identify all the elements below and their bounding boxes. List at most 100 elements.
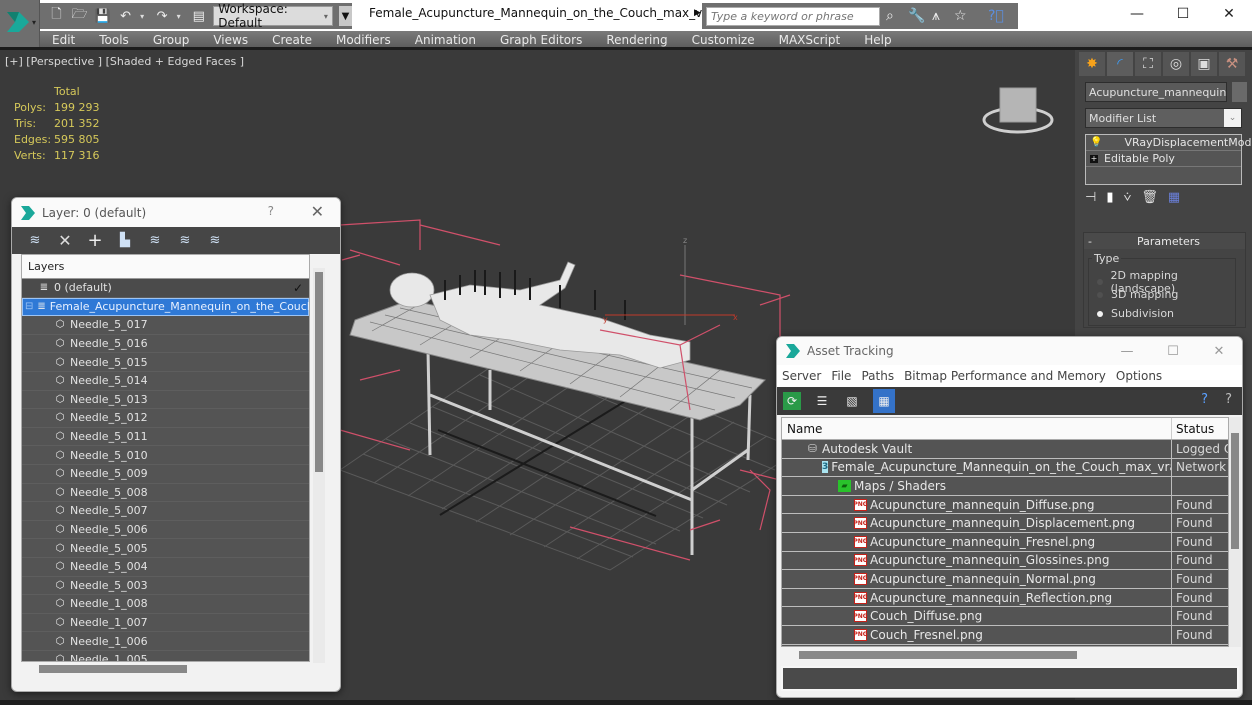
menu-create[interactable]: Create bbox=[260, 33, 324, 47]
layer-object-row[interactable]: ⬡ Needle_5_012 bbox=[22, 409, 309, 428]
radio-button[interactable] bbox=[1097, 291, 1103, 298]
undo-icon[interactable]: ↶ bbox=[117, 7, 134, 25]
menu-animation[interactable]: Animation bbox=[403, 33, 488, 47]
asset-row[interactable]: PNG Acupuncture_mannequin_Displacement.pn… bbox=[782, 514, 1228, 533]
pin-stack-icon[interactable]: ⊣ bbox=[1085, 190, 1096, 205]
search-input[interactable] bbox=[706, 7, 880, 26]
horizontal-scrollbar[interactable] bbox=[39, 665, 187, 673]
radio-button[interactable] bbox=[1097, 279, 1103, 285]
redo-icon[interactable]: ↷ bbox=[154, 7, 171, 25]
object-name-field[interactable]: Acupuncture_mannequin bbox=[1085, 82, 1227, 102]
select-layer-icon[interactable]: ≋ bbox=[146, 232, 164, 250]
menu-options[interactable]: Options bbox=[1116, 369, 1162, 383]
thumbnail-view-icon[interactable]: ▧ bbox=[843, 392, 861, 410]
workspace-select[interactable]: Workspace: Default ▾ bbox=[213, 2, 333, 30]
layer-object-row[interactable]: ⬡ Needle_5_016 bbox=[22, 335, 309, 354]
column-header-status[interactable]: Status bbox=[1172, 418, 1228, 439]
object-color-swatch[interactable] bbox=[1232, 82, 1247, 102]
show-end-result-icon[interactable]: ▮ bbox=[1106, 190, 1113, 205]
column-header-name[interactable]: Name bbox=[782, 418, 1172, 439]
satellite-icon[interactable]: ⩚ bbox=[932, 8, 940, 24]
parameters-rollout-header[interactable]: - Parameters bbox=[1084, 233, 1245, 249]
set-current-layer-icon[interactable]: ≋ bbox=[176, 232, 194, 250]
remove-modifier-icon[interactable]: 🗑 bbox=[1141, 190, 1158, 205]
key-icon[interactable]: 🔧 bbox=[908, 8, 925, 24]
menu-server[interactable]: Server bbox=[782, 369, 821, 383]
layer-object-row[interactable]: ⬡ Needle_5_005 bbox=[22, 539, 309, 558]
close-icon[interactable]: ✕ bbox=[311, 202, 324, 221]
radio-button[interactable] bbox=[1097, 310, 1103, 317]
layer-object-row[interactable]: ⬡ Needle_5_011 bbox=[22, 428, 309, 447]
add-to-layer-icon[interactable]: + bbox=[86, 230, 104, 251]
menu-edit[interactable]: Edit bbox=[40, 33, 87, 47]
viewcube[interactable] bbox=[982, 87, 1054, 134]
layer-object-row[interactable]: ⬡ Needle_5_017 bbox=[22, 316, 309, 335]
app-menu-button[interactable]: ▾ bbox=[0, 0, 40, 47]
lightbulb-icon[interactable]: 💡 bbox=[1090, 137, 1102, 148]
stack-item-vraydisplacement[interactable]: 💡 VRayDisplacementMod bbox=[1086, 135, 1251, 151]
viewport-label[interactable]: [+] [Perspective ] [Shaded + Edged Faces… bbox=[5, 55, 244, 68]
layer-object-row[interactable]: ⬡ Needle_5_007 bbox=[22, 502, 309, 521]
modifier-list-dropdown[interactable]: Modifier List ⌄ bbox=[1085, 108, 1242, 128]
asset-row[interactable]: ▰ Maps / Shaders bbox=[782, 477, 1228, 496]
stack-item-editable-poly[interactable]: + Editable Poly bbox=[1086, 151, 1241, 167]
radio-subdivision[interactable]: Subdivision bbox=[1097, 307, 1174, 320]
hide-freeze-layer-icon[interactable]: ≋ bbox=[206, 232, 224, 250]
vertical-scrollbar[interactable] bbox=[1231, 433, 1239, 549]
maximize-button[interactable]: ☐ bbox=[1160, 0, 1206, 28]
utilities-tab-icon[interactable]: ⚒ bbox=[1219, 52, 1245, 76]
save-icon[interactable]: 💾 bbox=[94, 7, 111, 25]
select-objects-icon[interactable]: ▙ bbox=[116, 232, 134, 250]
menu-help[interactable]: Help bbox=[852, 33, 903, 47]
layer-object-row[interactable]: ⬡ Needle_5_015 bbox=[22, 353, 309, 372]
layer-object-row[interactable]: ⬡ Needle_1_007 bbox=[22, 614, 309, 633]
list-view-icon[interactable]: ☰ bbox=[813, 392, 831, 410]
context-help-icon[interactable]: ? bbox=[1225, 392, 1232, 407]
close-button[interactable]: ✕ bbox=[1206, 0, 1252, 28]
asset-row[interactable]: 3 Female_Acupuncture_Mannequin_on_the_Cou… bbox=[782, 458, 1228, 478]
layer-object-row[interactable]: ⬡ Needle_5_004 bbox=[22, 558, 309, 577]
current-layer-check-icon[interactable]: ✓ bbox=[293, 281, 303, 295]
layer-object-row[interactable]: ⬡ Needle_5_010 bbox=[22, 446, 309, 465]
menu-maxscript[interactable]: MAXScript bbox=[767, 33, 853, 47]
vertical-scrollbar[interactable] bbox=[315, 272, 323, 472]
layer-object-row[interactable]: ⬡ Needle_5_006 bbox=[22, 521, 309, 540]
star-icon[interactable]: ☆ bbox=[954, 8, 967, 24]
menu-customize[interactable]: Customize bbox=[680, 33, 767, 47]
menu-group[interactable]: Group bbox=[141, 33, 202, 47]
minimize-button[interactable]: — bbox=[1114, 0, 1160, 28]
horizontal-scrollbar[interactable] bbox=[799, 651, 1077, 659]
asset-tracking-titlebar[interactable]: Asset Tracking — ☐ ✕ bbox=[777, 337, 1242, 365]
help-icon[interactable]: ?⃝ bbox=[988, 8, 1004, 24]
asset-row[interactable]: PNG Acupuncture_mannequin_Diffuse.png Foun… bbox=[782, 495, 1228, 515]
layer-dialog-titlebar[interactable]: Layer: 0 (default) ? ✕ bbox=[12, 198, 340, 227]
plus-icon[interactable]: + bbox=[1090, 154, 1098, 163]
layer-row[interactable]: ≣ 0 (default) ✓ bbox=[22, 279, 309, 298]
menu-graph-editors[interactable]: Graph Editors bbox=[488, 33, 594, 47]
layer-object-row[interactable]: ⬡ Needle_1_006 bbox=[22, 632, 309, 651]
expand-search-icon[interactable]: ▶ bbox=[694, 8, 701, 18]
asset-row[interactable]: ⛁ Autodesk Vault Logged O bbox=[782, 440, 1228, 459]
customize-qat-icon[interactable]: ▼ bbox=[338, 6, 353, 26]
create-layer-icon[interactable]: ≋ bbox=[26, 232, 44, 250]
hierarchy-tab-icon[interactable]: ⛶ bbox=[1135, 52, 1161, 76]
project-folder-icon[interactable]: ▤ bbox=[190, 7, 207, 25]
asset-row[interactable]: PNG Acupuncture_mannequin_Normal.png Found bbox=[782, 570, 1228, 589]
layer-object-row[interactable]: ⬡ Needle_5_003 bbox=[22, 577, 309, 596]
menu-modifiers[interactable]: Modifiers bbox=[324, 33, 403, 47]
close-button[interactable]: ✕ bbox=[1196, 337, 1242, 365]
modify-tab-icon[interactable]: ◜ bbox=[1107, 52, 1133, 76]
layer-object-row[interactable]: ⬡ Needle_1_008 bbox=[22, 595, 309, 614]
asset-row[interactable]: PNG Acupuncture_mannequin_Fresnel.png Foun… bbox=[782, 532, 1228, 552]
asset-row[interactable]: PNG Couch_Diffuse.png Found bbox=[782, 607, 1228, 626]
undo-dropdown-icon[interactable]: ▾ bbox=[140, 12, 148, 21]
binoculars-icon[interactable]: ⌕ bbox=[886, 8, 894, 24]
expand-icon[interactable]: ⊟ bbox=[25, 301, 33, 313]
maximize-button[interactable]: ☐ bbox=[1150, 337, 1196, 365]
minimize-button[interactable]: — bbox=[1104, 337, 1150, 365]
menu-bitmap-performance[interactable]: Bitmap Performance and Memory bbox=[904, 369, 1106, 383]
layer-object-row[interactable]: ⬡ Needle_5_014 bbox=[22, 372, 309, 391]
help-icon[interactable]: ? bbox=[268, 204, 274, 218]
new-file-icon[interactable]: 🗋 bbox=[48, 7, 65, 25]
table-view-icon[interactable]: ▦ bbox=[873, 389, 895, 413]
